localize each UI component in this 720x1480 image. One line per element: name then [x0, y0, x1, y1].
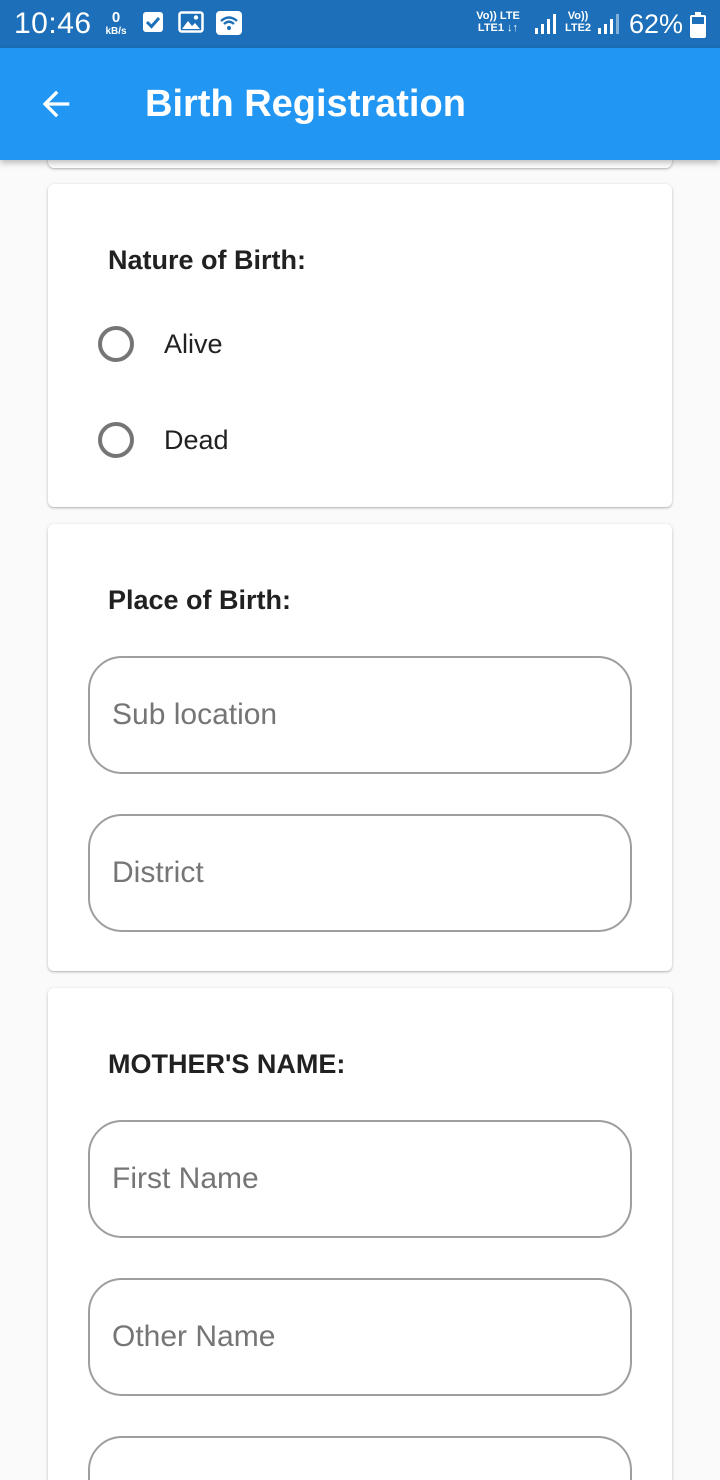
mothers-name-card: MOTHER'S NAME:	[48, 988, 672, 1480]
battery-fill	[692, 24, 704, 36]
mother-other-name-field[interactable]	[88, 1278, 632, 1396]
sim1-indicator: Vo)) LTE LTE1 ↓↑	[466, 10, 530, 34]
nature-of-birth-label: Nature of Birth:	[108, 245, 306, 275]
image-icon	[178, 11, 204, 38]
sim1-top-text: Vo)) LTE	[476, 10, 520, 22]
network-speed-unit: kB/s	[105, 26, 127, 37]
mothers-name-label: MOTHER'S NAME:	[108, 1049, 346, 1079]
radio-label-alive: Alive	[164, 328, 223, 359]
mother-other-name-input[interactable]	[112, 1280, 612, 1394]
wifi-icon	[215, 10, 243, 41]
signal-2-icon	[596, 12, 620, 41]
radio-label-dead: Dead	[164, 424, 229, 455]
mother-first-name-input[interactable]	[112, 1122, 612, 1236]
mother-next-field[interactable]	[88, 1436, 632, 1480]
battery-icon	[690, 12, 706, 38]
mother-first-name-field[interactable]	[88, 1120, 632, 1238]
status-time: 10:46	[14, 7, 92, 40]
back-button[interactable]	[24, 72, 88, 136]
status-bar: 10:46 0 kB/s Vo)) LTE LTE1 ↓↑ Vo)) LTE2 …	[0, 0, 720, 48]
district-field[interactable]	[88, 814, 632, 932]
network-speed: 0 kB/s	[102, 9, 130, 38]
radio-option-alive[interactable]: Alive	[98, 319, 223, 369]
place-of-birth-label: Place of Birth:	[108, 585, 292, 615]
nature-of-birth-card: Nature of Birth: Alive Dead	[48, 184, 672, 507]
sub-location-field[interactable]	[88, 656, 632, 774]
app-bar: Birth Registration	[0, 48, 720, 160]
district-input[interactable]	[112, 816, 612, 930]
mother-next-input[interactable]	[112, 1438, 612, 1480]
radio-unchecked-icon[interactable]	[98, 326, 134, 362]
sub-location-input[interactable]	[112, 658, 612, 772]
sim2-bottom-text: LTE2	[564, 22, 592, 34]
battery-percentage: 62%	[629, 9, 684, 39]
arrow-back-icon	[42, 90, 70, 118]
page-title: Birth Registration	[145, 83, 466, 125]
place-of-birth-card: Place of Birth:	[48, 524, 672, 971]
check-icon	[142, 11, 164, 38]
sim2-top-text: Vo))	[567, 10, 589, 22]
sim1-bottom-text: LTE1 ↓↑	[477, 22, 519, 34]
network-speed-value: 0	[111, 9, 121, 26]
radio-option-dead[interactable]: Dead	[98, 415, 229, 465]
signal-icon	[533, 12, 557, 41]
radio-unchecked-icon[interactable]	[98, 422, 134, 458]
sim2-indicator: Vo)) LTE2	[561, 10, 595, 34]
